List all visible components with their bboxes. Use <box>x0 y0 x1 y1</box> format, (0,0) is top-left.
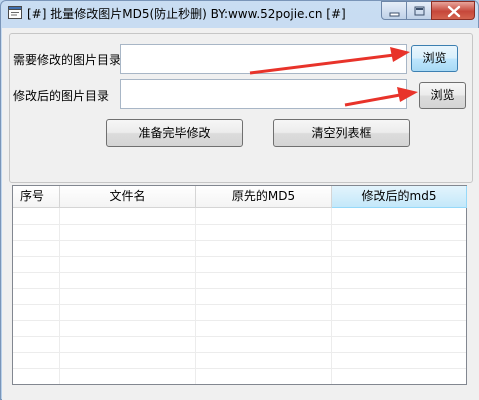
arrow-to-output-browse <box>344 87 418 107</box>
grid-line <box>13 368 466 369</box>
grid-line <box>13 272 466 273</box>
column-header-index[interactable]: 序号 <box>13 186 60 208</box>
grid-line <box>13 336 466 337</box>
list-header: 序号 文件名 原先的MD5 修改后的md5 <box>13 186 467 208</box>
app-window: [#] 批量修改图片MD5(防止秒删) BY:www.52pojie.cn [#… <box>0 0 479 400</box>
grid-line <box>13 320 466 321</box>
grid-line <box>195 208 196 384</box>
window-title: [#] 批量修改图片MD5(防止秒删) BY:www.52pojie.cn [#… <box>27 7 346 21</box>
list-body[interactable] <box>13 208 466 384</box>
grid-line <box>13 256 466 257</box>
minimize-icon <box>389 12 400 17</box>
client-area: 需要修改的图片目录 浏览 修改后的图片目录 浏览 准备完毕修改 清空列表框 序号… <box>2 28 479 400</box>
grid-line <box>59 208 60 384</box>
column-header-new-md5[interactable]: 修改后的md5 <box>332 186 467 208</box>
title-bar[interactable]: [#] 批量修改图片MD5(防止秒删) BY:www.52pojie.cn [#… <box>1 1 478 23</box>
grid-line <box>13 304 466 305</box>
grid-line <box>13 352 466 353</box>
grid-line <box>331 208 332 384</box>
maximize-button[interactable] <box>406 1 432 20</box>
minimize-button[interactable] <box>381 1 407 20</box>
column-header-original-md5[interactable]: 原先的MD5 <box>196 186 332 208</box>
close-icon <box>447 5 461 18</box>
arrow-to-source-browse <box>249 47 410 75</box>
grid-line <box>13 240 466 241</box>
file-list[interactable]: 序号 文件名 原先的MD5 修改后的md5 <box>12 185 467 385</box>
close-button[interactable] <box>431 1 475 20</box>
app-icon <box>8 6 22 19</box>
grid-line <box>13 224 466 225</box>
column-header-filename[interactable]: 文件名 <box>60 186 196 208</box>
grid-line <box>13 288 466 289</box>
maximize-icon <box>414 6 425 16</box>
annotation-arrows <box>249 47 418 107</box>
